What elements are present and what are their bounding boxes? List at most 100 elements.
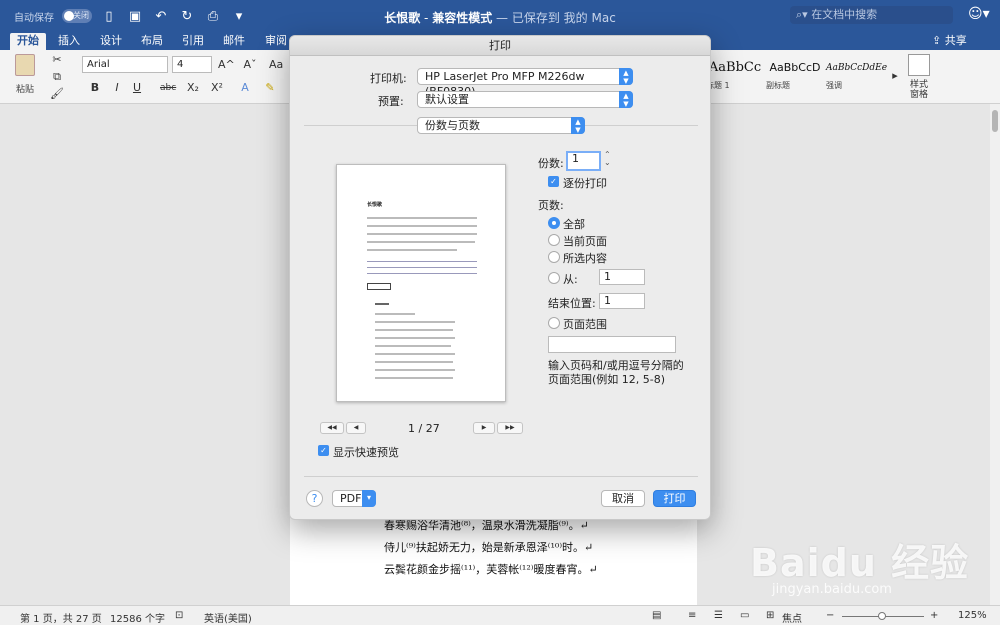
search-icon: ⌕▾ [796, 8, 812, 21]
text-effects-icon[interactable]: A [238, 80, 252, 96]
preview-line [375, 353, 455, 355]
preview-line [375, 369, 455, 371]
preview-line [367, 273, 477, 274]
vertical-scrollbar[interactable] [990, 104, 1000, 605]
styles-pane-button[interactable]: 样式 窗格 [902, 54, 936, 100]
format-painter-icon[interactable]: 🖌 [50, 86, 64, 102]
cut-icon[interactable]: ✂ [50, 52, 64, 68]
collate-checkbox[interactable]: ✓ [548, 176, 559, 187]
page-info[interactable]: 第 1 页，共 27 页 [20, 610, 102, 625]
grow-font-icon[interactable]: A^ [218, 57, 235, 73]
focus-label[interactable]: 焦点 [782, 610, 802, 625]
printer-label: 打印机: [370, 72, 407, 85]
preview-line [375, 303, 389, 305]
italic-icon[interactable]: I [110, 80, 124, 96]
preset-select[interactable]: 默认设置 ▲ ▼ [417, 91, 633, 108]
preset-label: 预置: [378, 95, 404, 108]
tab-design[interactable]: 设计 [93, 33, 129, 50]
chevron-updown-icon: ▲ ▼ [571, 117, 585, 134]
tab-mailings[interactable]: 邮件 [216, 33, 252, 50]
style-heading1[interactable]: AaBbCc 标题 1 [706, 56, 764, 98]
styles-more-icon[interactable]: ▸ [888, 68, 902, 84]
styles-gallery: AaBbCc 标题 1 AaBbCcD 副标题 AaBbCcDdEe 强调 [706, 56, 887, 98]
font-size-field[interactable]: 4 [172, 56, 212, 73]
first-page-button[interactable]: ◀◀ [320, 422, 344, 434]
dialog-title: 打印 [290, 36, 710, 56]
title-bar: 自动保存 关闭 ▯ ▣ ↶ ↻ ⎙ ▾ 长恨歌 - 兼容性模式 — 已保存到 我… [0, 0, 1000, 32]
section-select[interactable]: 份数与页数 ▲ ▼ [417, 117, 585, 134]
radio-selection-label: 所选内容 [563, 252, 607, 265]
save-status: — 已保存到 我的 Mac [496, 11, 616, 25]
web-layout-icon[interactable]: ▭ [740, 610, 749, 621]
search-input[interactable]: ⌕▾ 在文档中搜索 [790, 6, 953, 24]
preview-toc-box [367, 283, 391, 290]
preview-line [375, 329, 453, 331]
preview-line [375, 377, 453, 379]
document-line: 侍儿⁽⁹⁾扶起娇无力，始是新承恩泽⁽¹⁰⁾时。↵ [384, 541, 594, 554]
zoom-level[interactable]: 125% [958, 610, 987, 621]
style-subtitle[interactable]: AaBbCcD 副标题 [766, 56, 824, 98]
cancel-button[interactable]: 取消 [601, 490, 645, 507]
radio-selection[interactable] [548, 251, 560, 263]
highlight-icon[interactable]: ✎ [263, 80, 277, 96]
quick-preview-checkbox[interactable]: ✓ [318, 445, 329, 456]
outline-view-icon[interactable]: ≡ [688, 610, 696, 621]
page-range-field[interactable] [548, 336, 676, 353]
focus-icon[interactable]: ⊞ [766, 610, 774, 621]
compatibility-mode: 兼容性模式 [432, 11, 493, 25]
print-layout-icon[interactable]: ▤ [652, 610, 661, 621]
style-emphasis[interactable]: AaBbCcDdEe 强调 [826, 56, 887, 98]
copy-icon[interactable]: ⧉ [50, 69, 64, 85]
tab-insert[interactable]: 插入 [51, 33, 87, 50]
collate-label: 逐份打印 [563, 177, 607, 190]
next-page-button[interactable]: ▶ [473, 422, 495, 434]
zoom-in-icon[interactable]: + [930, 610, 938, 621]
proofing-icon[interactable]: ⊡ [175, 610, 183, 621]
copies-stepper[interactable]: ⌃ ⌄ [604, 151, 611, 167]
preview-line [375, 337, 455, 339]
clipboard-icon [15, 54, 35, 76]
font-name-field[interactable]: Arial [82, 56, 168, 73]
tab-home[interactable]: 开始 [10, 33, 46, 50]
radio-page-range[interactable] [548, 317, 560, 329]
subscript-icon[interactable]: X₂ [186, 80, 200, 96]
strikethrough-icon[interactable]: abc [160, 80, 176, 96]
prev-page-button[interactable]: ◀ [346, 422, 366, 434]
radio-current-page-label: 当前页面 [563, 235, 607, 248]
from-field[interactable]: 1 [599, 269, 645, 285]
preview-line [367, 233, 477, 235]
zoom-slider-handle[interactable] [878, 612, 886, 620]
radio-from[interactable] [548, 272, 560, 284]
underline-icon[interactable]: U [130, 80, 144, 96]
shrink-font-icon[interactable]: Aˇ [243, 57, 257, 73]
radio-all[interactable] [548, 217, 560, 229]
page-range-label: 页面范围 [563, 318, 607, 331]
scrollbar-thumb[interactable] [992, 110, 998, 132]
paste-button[interactable]: 粘贴 [10, 54, 40, 95]
change-case-icon[interactable]: Aa [269, 57, 283, 73]
tab-references[interactable]: 引用 [175, 33, 211, 50]
pdf-menu-button[interactable]: PDF ▾ [332, 490, 376, 507]
printer-select[interactable]: HP LaserJet Pro MFP M226dw (BF0830) ▲▼ [417, 68, 633, 98]
from-label: 从: [563, 273, 578, 286]
draft-view-icon[interactable]: ☰ [714, 610, 723, 621]
last-page-button[interactable]: ▶▶ [497, 422, 523, 434]
preview-line [375, 321, 455, 323]
share-button[interactable]: ⇪ 共享 [932, 33, 967, 49]
tab-layout[interactable]: 布局 [134, 33, 170, 50]
radio-current-page[interactable] [548, 234, 560, 246]
copies-field[interactable]: 1 [566, 151, 601, 171]
help-button[interactable]: ? [306, 490, 323, 507]
zoom-out-icon[interactable]: − [826, 610, 834, 621]
word-count[interactable]: 12586 个字 [110, 610, 165, 625]
feedback-icon[interactable]: ☺▾ [968, 6, 990, 22]
to-label: 结束位置: [548, 297, 596, 310]
superscript-icon[interactable]: X² [210, 80, 224, 96]
to-field[interactable]: 1 [599, 293, 645, 309]
bold-icon[interactable]: B [88, 80, 102, 96]
print-button[interactable]: 打印 [653, 490, 696, 507]
print-preview: 长恨歌 [336, 164, 506, 402]
language[interactable]: 英语(美国) [204, 610, 252, 625]
chevron-updown-icon: ▲ ▼ [619, 68, 633, 85]
divider [304, 476, 698, 477]
